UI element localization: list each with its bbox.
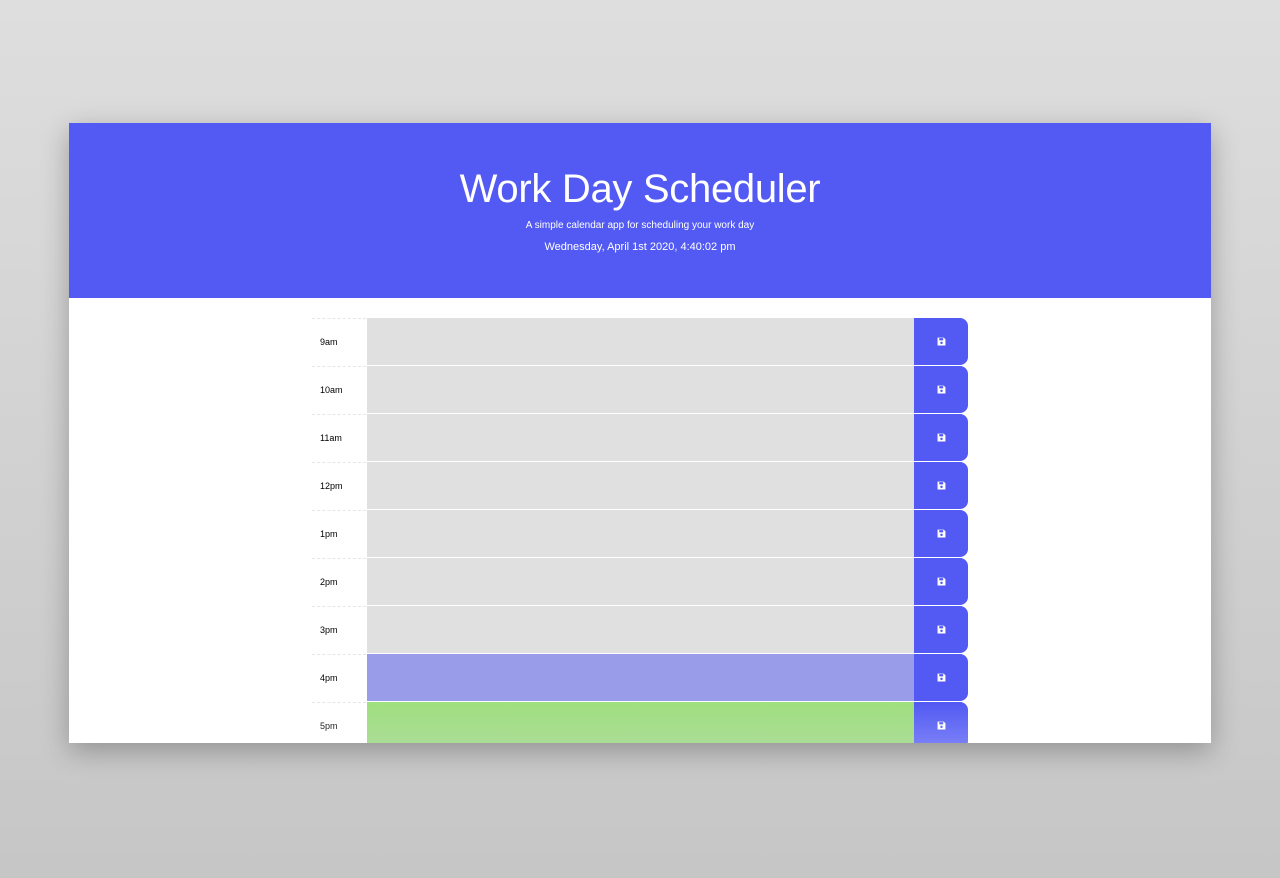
event-description-input[interactable] (366, 702, 914, 743)
time-block: 3pm (312, 606, 969, 654)
page-title: Work Day Scheduler (459, 167, 821, 211)
event-description-input[interactable] (366, 462, 914, 509)
hour-label: 10am (312, 366, 366, 413)
save-icon (937, 337, 945, 346)
save-icon (937, 481, 945, 490)
save-icon (937, 577, 945, 586)
event-description-input[interactable] (366, 558, 914, 605)
time-block: 12pm (312, 462, 969, 510)
save-icon (937, 385, 945, 394)
event-description-input[interactable] (366, 654, 914, 701)
save-icon (937, 625, 945, 634)
time-block: 10am (312, 366, 969, 414)
save-button[interactable] (914, 654, 968, 701)
save-icon (937, 529, 945, 538)
save-icon (937, 721, 945, 730)
hour-label: 11am (312, 414, 366, 461)
time-block: 1pm (312, 510, 969, 558)
save-button[interactable] (914, 462, 968, 509)
event-description-input[interactable] (366, 414, 914, 461)
time-block: 5pm (312, 702, 969, 743)
save-button[interactable] (914, 414, 968, 461)
hour-label: 2pm (312, 558, 366, 605)
hour-label: 12pm (312, 462, 366, 509)
time-block: 11am (312, 414, 969, 462)
hour-label: 4pm (312, 654, 366, 701)
event-description-input[interactable] (366, 318, 914, 365)
save-button[interactable] (914, 606, 968, 653)
schedule-container: 9am 10am 11am 12pm 1pm 2pm 3pm 4pm 5pm (312, 318, 969, 743)
page-subtitle: A simple calendar app for scheduling you… (525, 220, 755, 231)
save-icon (937, 433, 945, 442)
event-description-input[interactable] (366, 606, 914, 653)
app-window: Work Day Scheduler A simple calendar app… (69, 123, 1211, 743)
event-description-input[interactable] (366, 510, 914, 557)
time-block: 2pm (312, 558, 969, 606)
event-description-input[interactable] (366, 366, 914, 413)
save-button[interactable] (914, 702, 968, 743)
time-block: 4pm (312, 654, 969, 702)
save-button[interactable] (914, 558, 968, 605)
save-button[interactable] (914, 510, 968, 557)
hour-label: 1pm (312, 510, 366, 557)
hour-label: 5pm (312, 702, 366, 743)
save-icon (937, 673, 945, 682)
save-button[interactable] (914, 366, 968, 413)
hour-label: 9am (312, 318, 366, 365)
header: Work Day Scheduler A simple calendar app… (69, 123, 1211, 298)
save-button[interactable] (914, 318, 968, 365)
hour-label: 3pm (312, 606, 366, 653)
time-block: 9am (312, 318, 969, 366)
current-datetime: Wednesday, April 1st 2020, 4:40:02 pm (544, 241, 736, 253)
